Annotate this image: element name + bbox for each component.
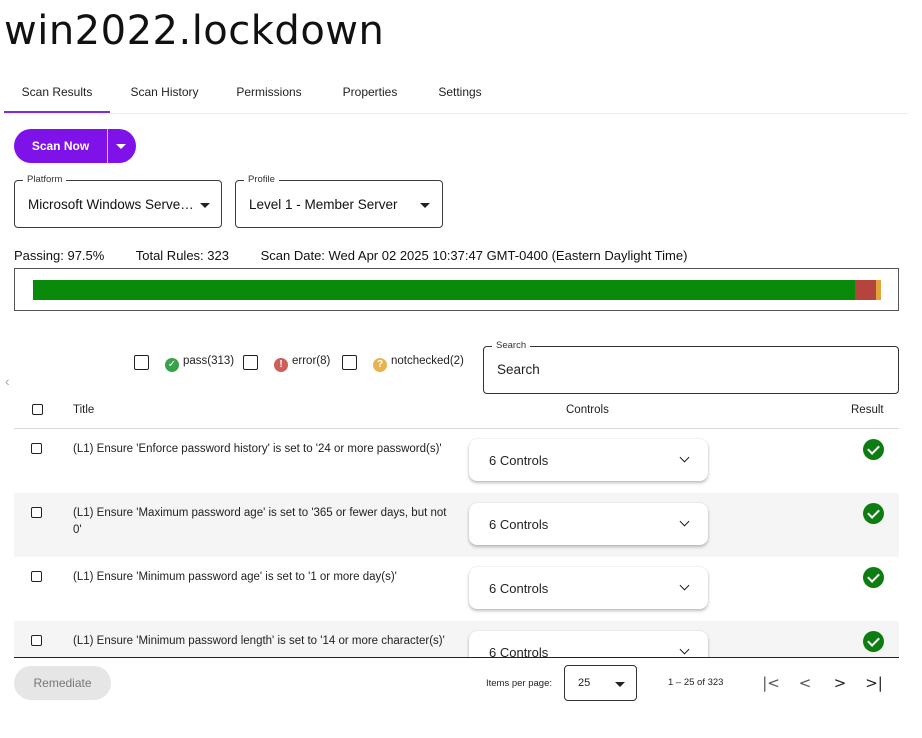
search-label: Search (492, 340, 531, 351)
bar-segment-pass (33, 280, 855, 300)
profile-label: Profile (244, 174, 279, 185)
bar-segment-error (854, 280, 876, 300)
chevron-left-icon[interactable]: ‹ (5, 373, 10, 389)
filter-error-label: error(8) (292, 355, 331, 367)
select-all-checkbox[interactable] (32, 404, 43, 415)
search-input[interactable] (497, 362, 877, 377)
next-page-button[interactable]: > (829, 672, 851, 694)
filter-notchecked-label: notchecked(2) (391, 355, 464, 367)
platform-label: Platform (23, 174, 67, 185)
filter-notchecked-checkbox[interactable] (342, 355, 357, 370)
platform-value: Microsoft Windows Serve… (28, 197, 194, 212)
filter-error-checkbox[interactable] (243, 355, 258, 370)
tab-settings[interactable]: Settings (431, 78, 489, 113)
caret-down-icon (615, 682, 625, 687)
caret-down-icon (420, 203, 430, 208)
scan-stats: Passing: 97.5% Total Rules: 323 Scan Dat… (14, 248, 715, 263)
results-table-body: (L1) Ensure 'Enforce password history' i… (0, 429, 922, 658)
footer-divider (14, 657, 899, 658)
filter-pass-label: pass(313) (183, 355, 235, 367)
results-progress-bar (14, 268, 899, 311)
caret-down-icon (200, 203, 210, 208)
items-per-page-label: Items per page: (486, 678, 553, 689)
controls-label: 6 Controls (489, 453, 549, 468)
page-title: win2022.lockdown (4, 8, 385, 54)
column-header-title: Title (73, 404, 95, 416)
chevron-down-icon (679, 644, 690, 655)
total-rules: Total Rules: 323 (135, 248, 229, 263)
scan-now-button[interactable]: Scan Now (14, 129, 107, 163)
controls-dropdown[interactable]: 6 Controls (469, 631, 708, 658)
scan-date: Scan Date: Wed Apr 02 2025 10:37:47 GMT-… (260, 248, 688, 263)
previous-page-button[interactable]: < (794, 672, 816, 694)
row-checkbox[interactable] (31, 443, 42, 454)
bar-segment-notchecked (875, 280, 881, 300)
table-row: (L1) Ensure 'Minimum password length' is… (14, 621, 899, 658)
items-per-page-select[interactable]: 25 (564, 665, 637, 701)
remediate-button[interactable]: Remediate (14, 666, 111, 700)
row-title: (L1) Ensure 'Maximum password age' is se… (73, 507, 447, 536)
chevron-down-icon (679, 580, 690, 591)
scan-options-dropdown[interactable] (108, 129, 136, 163)
row-title: (L1) Ensure 'Minimum password age' is se… (73, 571, 397, 583)
filter-error: ! error(8) (274, 353, 330, 372)
last-page-button[interactable]: >| (863, 672, 885, 694)
platform-select[interactable]: Platform Microsoft Windows Serve… (14, 174, 222, 228)
scan-now-split-button: Scan Now (14, 129, 136, 163)
controls-dropdown[interactable]: 6 Controls (469, 567, 708, 609)
table-row: (L1) Ensure 'Maximum password age' is se… (14, 493, 899, 557)
pass-check-icon (863, 439, 884, 460)
items-per-page-value: 25 (578, 677, 591, 689)
row-checkbox[interactable] (31, 635, 42, 646)
filter-pass: ✓ pass(313) (165, 353, 234, 372)
check-circle-icon: ✓ (165, 358, 179, 372)
pass-check-icon (863, 631, 884, 652)
controls-label: 6 Controls (489, 517, 549, 532)
passing-rate: Passing: 97.5% (14, 248, 105, 263)
tab-permissions[interactable]: Permissions (230, 78, 308, 113)
row-title: (L1) Ensure 'Enforce password history' i… (73, 443, 442, 455)
filter-notchecked: ? notchecked(2) (373, 353, 464, 372)
exclamation-circle-icon: ! (274, 358, 288, 372)
controls-dropdown[interactable]: 6 Controls (469, 439, 708, 481)
tab-bar: Scan Results Scan History Permissions Pr… (4, 78, 908, 114)
first-page-button[interactable]: |< (760, 672, 782, 694)
row-title: (L1) Ensure 'Minimum password length' is… (73, 635, 445, 647)
search-field: Search (483, 340, 899, 394)
tab-scan-history[interactable]: Scan History (122, 78, 207, 113)
profile-value: Level 1 - Member Server (249, 197, 398, 212)
pass-check-icon (863, 503, 884, 524)
filter-pass-checkbox[interactable] (134, 355, 149, 370)
caret-down-icon (116, 144, 126, 149)
table-row: (L1) Ensure 'Enforce password history' i… (14, 429, 899, 493)
results-bar-track (33, 280, 881, 300)
tab-scan-results[interactable]: Scan Results (4, 78, 110, 113)
table-row: (L1) Ensure 'Minimum password age' is se… (14, 557, 899, 621)
controls-label: 6 Controls (489, 581, 549, 596)
pagination-range: 1 – 25 of 323 (668, 677, 724, 688)
chevron-down-icon (679, 516, 690, 527)
pass-check-icon (863, 567, 884, 588)
row-checkbox[interactable] (31, 571, 42, 582)
row-checkbox[interactable] (31, 507, 42, 518)
chevron-down-icon (679, 452, 690, 463)
question-circle-icon: ? (373, 358, 387, 372)
column-header-result: Result (851, 404, 884, 416)
tab-properties[interactable]: Properties (335, 78, 405, 113)
profile-select[interactable]: Profile Level 1 - Member Server (235, 174, 443, 228)
controls-dropdown[interactable]: 6 Controls (469, 503, 708, 545)
column-header-controls: Controls (566, 404, 609, 416)
